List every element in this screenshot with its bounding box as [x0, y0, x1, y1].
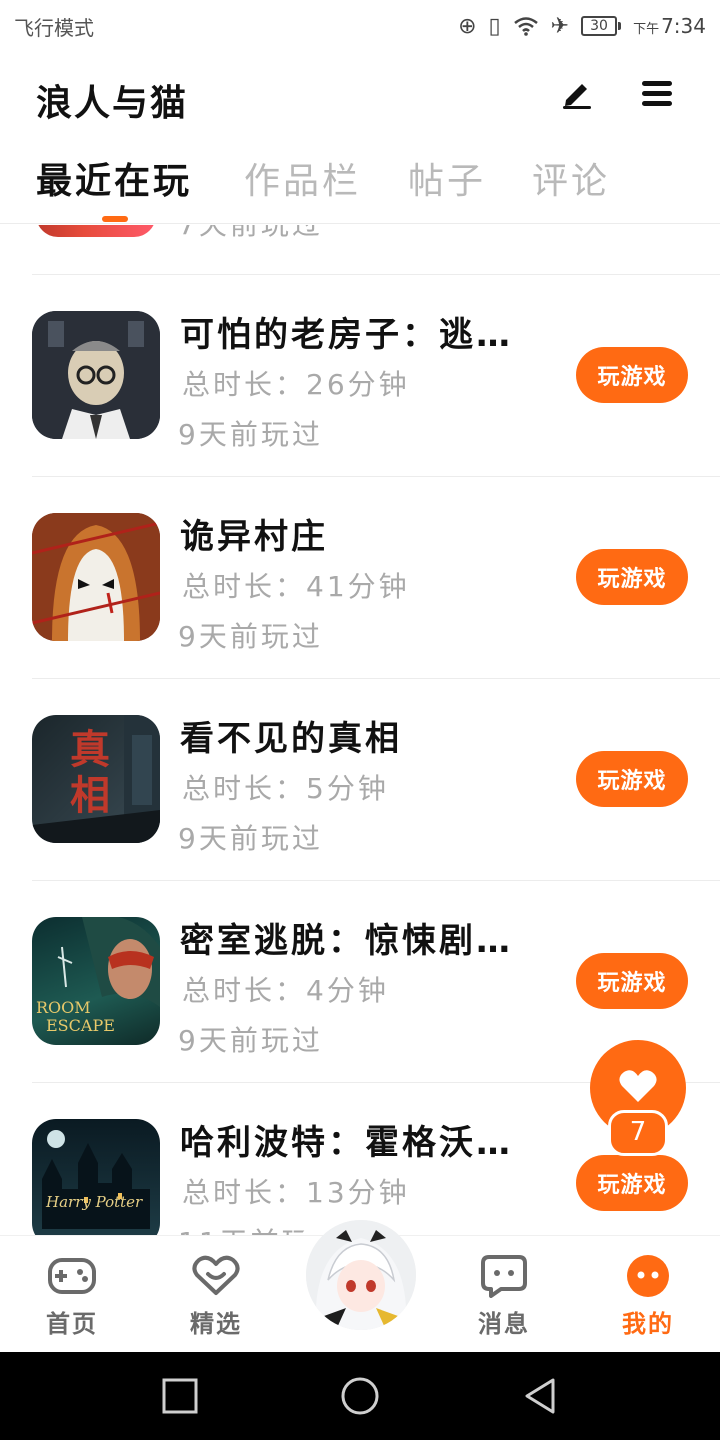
vibrate-icon: ▯ — [488, 13, 501, 39]
play-game-button[interactable]: 玩游戏 — [576, 347, 688, 403]
eerie-village-art — [32, 513, 160, 641]
game-duration: 总时长：4分钟 — [182, 974, 389, 1007]
game-title: 哈利波特：霍格沃… — [180, 1123, 513, 1163]
hogwarts-castle-art — [42, 1130, 150, 1229]
gamepad-icon — [48, 1258, 96, 1294]
thumb-escape-text: ESCAPE — [46, 1016, 115, 1035]
avatar[interactable] — [306, 1220, 416, 1330]
battery-icon: 30 — [581, 16, 622, 36]
game-thumbnail[interactable]: Harry Potter — [32, 1119, 160, 1235]
clock-period: 下午 — [633, 22, 660, 37]
pen-icon — [563, 84, 591, 109]
thumb-glyph-xiang: 相 — [70, 772, 110, 819]
anime-avatar-art — [306, 1220, 416, 1330]
nav-me-label: 我的 — [622, 1310, 674, 1338]
game-thumbnail[interactable] — [32, 311, 160, 439]
nav-featured-label: 精选 — [190, 1310, 242, 1338]
back-icon[interactable] — [520, 1376, 560, 1416]
game-title: 诡异村庄 — [180, 517, 328, 557]
game-last-played: 9天前玩过 — [178, 1024, 323, 1057]
play-game-button[interactable]: 玩游戏 — [576, 751, 688, 807]
status-bar: 飞行模式 ⊕ ▯ ✈ 30 下午 7:34 — [0, 0, 720, 52]
hamburger-menu-icon — [642, 81, 672, 106]
thumb-room-text: ROOM — [36, 998, 91, 1017]
game-title: 可怕的老房子：逃… — [180, 315, 513, 355]
tab-comments[interactable]: 评论 — [532, 152, 610, 214]
profile-header: 浪人与猫 — [0, 52, 720, 142]
tab-recently-played[interactable]: 最近在玩 — [36, 152, 192, 214]
edit-button[interactable] — [556, 72, 598, 114]
wifi-icon — [513, 17, 538, 36]
play-game-button[interactable]: 玩游戏 — [576, 1155, 688, 1211]
heart-outline-icon — [192, 1255, 240, 1295]
thumb-glyph-zhen: 真 — [70, 726, 110, 773]
clock-time: 7:34 — [661, 14, 706, 38]
data-saver-icon: ⊕ — [458, 13, 477, 39]
game-thumbnail[interactable]: 真 相 — [32, 715, 160, 843]
game-last-played: 9天前玩过 — [178, 822, 323, 855]
tab-bar: 最近在玩 作品栏 帖子 评论 — [0, 152, 720, 224]
airplane-mode-label: 飞行模式 — [14, 15, 94, 40]
game-thumbnail — [36, 225, 156, 237]
list-item[interactable]: 真 相 看不见的真相 总时长：5分钟 9天前玩过 玩游戏 — [32, 679, 720, 881]
tab-posts[interactable]: 帖子 — [408, 152, 486, 214]
nav-home-label: 首页 — [46, 1310, 98, 1338]
game-duration: 总时长：41分钟 — [182, 570, 410, 603]
game-title: 看不见的真相 — [180, 719, 402, 759]
recents-icon[interactable] — [160, 1376, 200, 1416]
status-icons: ⊕ ▯ ✈ 30 下午 7:34 — [458, 14, 706, 39]
active-tab-indicator — [102, 216, 128, 222]
page-title: 浪人与猫 — [36, 83, 189, 124]
airplane-icon: ✈ — [550, 13, 570, 39]
menu-button[interactable] — [636, 72, 678, 114]
old-house-art — [32, 311, 160, 439]
game-duration: 总时长：5分钟 — [182, 772, 389, 805]
game-title: 密室逃脱：惊悚剧… — [180, 921, 513, 961]
list-item[interactable]: 可怕的老房子：逃… 总时长：26分钟 9天前玩过 玩游戏 — [32, 275, 720, 477]
nav-messages-label: 消息 — [478, 1310, 530, 1338]
play-game-button[interactable]: 玩游戏 — [576, 549, 688, 605]
nav-home[interactable]: 首页 — [22, 1254, 122, 1339]
list-item[interactable]: 7天前玩过 — [32, 225, 720, 275]
heart-icon — [619, 1070, 657, 1102]
battery-level: 30 — [581, 16, 618, 36]
game-last-played: 9天前玩过 — [178, 620, 323, 653]
thumb-harry-potter-text: Harry Potter — [46, 1193, 143, 1211]
home-icon[interactable] — [340, 1376, 380, 1416]
nav-me[interactable]: 我的 — [598, 1254, 698, 1339]
play-game-button[interactable]: 玩游戏 — [576, 953, 688, 1009]
like-count-badge: 7 — [608, 1110, 668, 1156]
tab-works[interactable]: 作品栏 — [244, 152, 361, 214]
clock: 下午 7:34 — [633, 14, 706, 38]
system-navigation-bar — [0, 1352, 720, 1440]
game-duration: 总时长：26分钟 — [182, 368, 410, 401]
game-last-played: 7天前玩过 — [178, 225, 323, 243]
game-thumbnail[interactable]: ROOM ESCAPE — [32, 917, 160, 1045]
game-last-played: 9天前玩过 — [178, 418, 323, 451]
smiley-face-icon — [627, 1255, 669, 1297]
chat-bubble-icon — [481, 1255, 527, 1298]
list-item[interactable]: 诡异村庄 总时长：41分钟 9天前玩过 玩游戏 — [32, 477, 720, 679]
nav-featured[interactable]: 精选 — [166, 1254, 266, 1339]
game-thumbnail[interactable] — [32, 513, 160, 641]
nav-messages[interactable]: 消息 — [454, 1254, 554, 1339]
